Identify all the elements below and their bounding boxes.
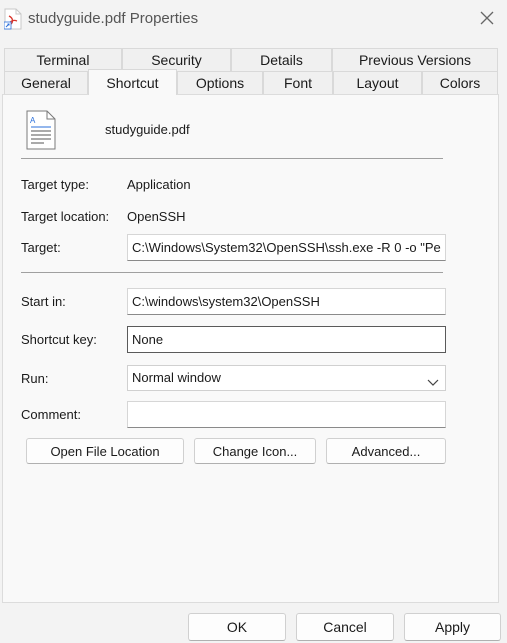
tab-options[interactable]: Options <box>177 71 263 94</box>
target-label: Target: <box>21 240 61 255</box>
tab-details[interactable]: Details <box>231 48 332 71</box>
target-location-value: OpenSSH <box>127 209 186 224</box>
start-in-label: Start in: <box>21 294 66 309</box>
tab-label: Options <box>195 75 245 91</box>
ok-button[interactable]: OK <box>188 613 286 641</box>
start-in-field[interactable]: C:\windows\system32\OpenSSH <box>127 288 446 315</box>
apply-button[interactable]: Apply <box>404 613 501 641</box>
tab-label: Shortcut <box>106 74 159 91</box>
tab-label: Font <box>283 75 312 91</box>
divider <box>21 158 443 159</box>
change-icon-button[interactable]: Change Icon... <box>194 438 316 464</box>
target-field[interactable]: C:\Windows\System32\OpenSSH\ssh.exe -R 0… <box>127 234 446 261</box>
tab-label: General <box>21 75 71 91</box>
advanced-button[interactable]: Advanced... <box>326 438 446 464</box>
window-title: studyguide.pdf Properties <box>28 10 199 27</box>
tab-label: Terminal <box>36 52 90 68</box>
document-icon: A <box>26 110 56 150</box>
target-type-value: Application <box>127 177 191 192</box>
tab-label: Details <box>260 52 303 68</box>
run-label: Run: <box>21 371 49 386</box>
comment-label: Comment: <box>21 407 81 422</box>
title-bar: studyguide.pdf Properties <box>0 0 507 38</box>
tab-colors[interactable]: Colors <box>422 71 498 94</box>
pdf-shortcut-icon <box>3 8 22 30</box>
tab-terminal[interactable]: Terminal <box>4 48 122 71</box>
run-dropdown[interactable]: Normal window <box>127 365 446 391</box>
close-icon <box>480 11 494 28</box>
close-button[interactable] <box>467 0 507 38</box>
comment-field[interactable] <box>127 401 446 428</box>
chevron-down-icon <box>427 372 439 396</box>
tab-layout[interactable]: Layout <box>333 71 422 94</box>
open-file-location-button[interactable]: Open File Location <box>26 438 184 464</box>
tab-label: Previous Versions <box>358 52 472 68</box>
file-name: studyguide.pdf <box>105 122 190 137</box>
svg-text:A: A <box>30 116 36 125</box>
cancel-button[interactable]: Cancel <box>296 613 394 641</box>
tab-font[interactable]: Font <box>263 71 333 94</box>
run-value: Normal window <box>132 370 221 385</box>
tab-general[interactable]: General <box>4 71 88 94</box>
divider <box>21 272 443 273</box>
shortcut-key-field[interactable]: None <box>127 326 446 353</box>
tab-label: Colors <box>439 75 481 91</box>
target-location-label: Target location: <box>21 209 110 224</box>
tab-label: Layout <box>356 75 399 91</box>
tab-security[interactable]: Security <box>122 48 231 71</box>
tab-label: Security <box>151 52 202 68</box>
target-type-label: Target type: <box>21 177 89 192</box>
tab-previous-versions[interactable]: Previous Versions <box>332 48 498 71</box>
tab-shortcut[interactable]: Shortcut <box>88 69 177 95</box>
shortcut-key-label: Shortcut key: <box>21 332 97 347</box>
